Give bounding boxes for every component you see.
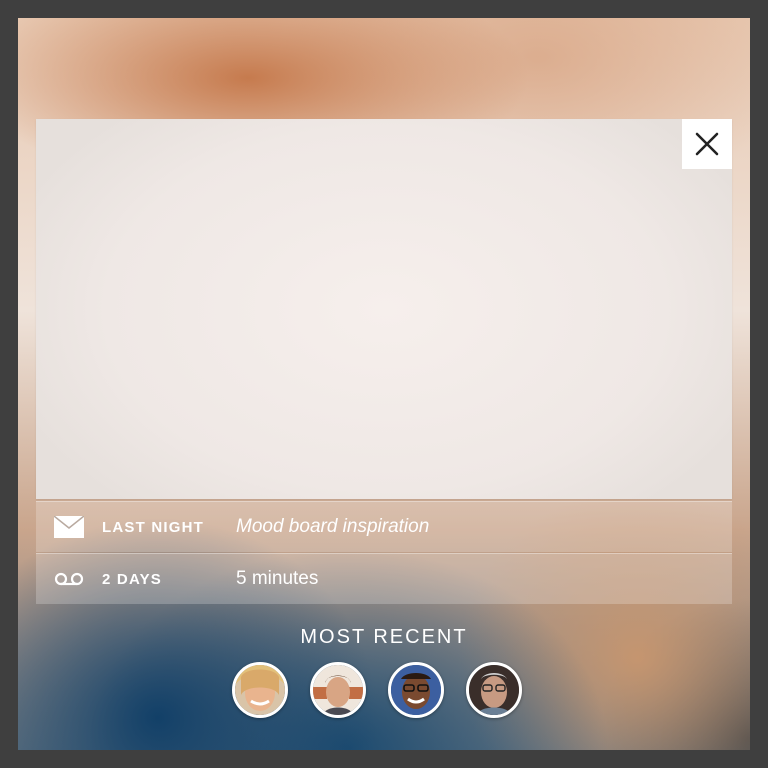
preview-card: [36, 119, 732, 499]
notification-panel: LAST NIGHT Mood board inspiration 2 DAYS…: [18, 18, 750, 750]
mail-icon: [54, 515, 84, 539]
close-button[interactable]: [682, 119, 732, 169]
contact-avatar-2[interactable]: [310, 662, 366, 718]
notification-subject: 5 minutes: [236, 568, 319, 589]
notification-subject: Mood board inspiration: [236, 516, 430, 537]
notification-time: LAST NIGHT: [102, 518, 204, 536]
contact-avatar-4[interactable]: [466, 662, 522, 718]
contact-avatar-1[interactable]: [232, 662, 288, 718]
notification-time: 2 DAYS: [102, 570, 163, 588]
close-icon: [695, 132, 719, 156]
notification-row-voicemail[interactable]: 2 DAYS 5 minutes: [36, 553, 732, 604]
contact-avatar-3[interactable]: [388, 662, 444, 718]
voicemail-icon: [54, 567, 84, 591]
most-recent-heading: MOST RECENT: [300, 626, 468, 648]
recent-contacts: [232, 662, 522, 718]
notification-row-message[interactable]: LAST NIGHT Mood board inspiration: [36, 501, 732, 552]
